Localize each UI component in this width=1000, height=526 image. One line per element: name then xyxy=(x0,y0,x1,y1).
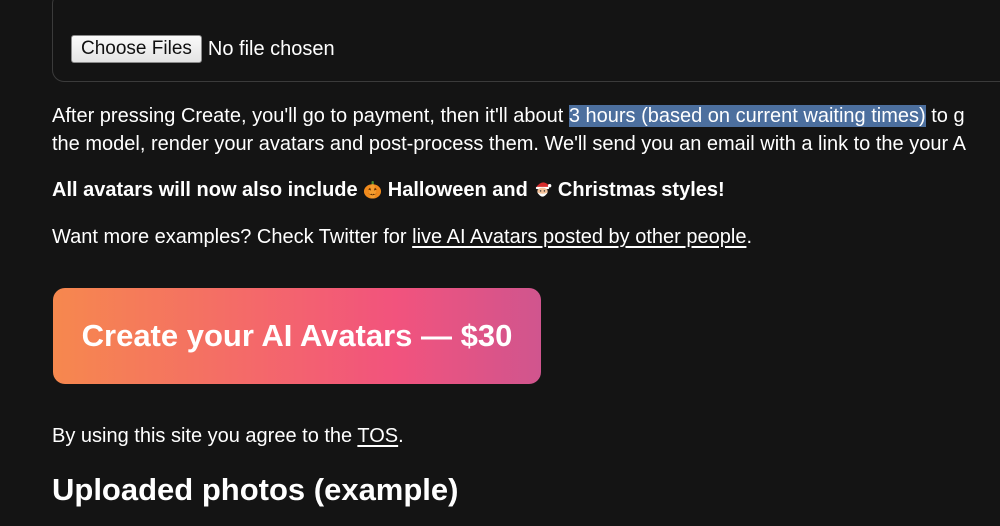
uploaded-photos-heading: Uploaded photos (example) xyxy=(52,472,459,507)
terms-suffix: . xyxy=(398,425,404,447)
create-avatars-button[interactable]: Create your AI Avatars — $30 xyxy=(53,288,541,384)
info-text-line2: the model, render your avatars and post-… xyxy=(52,133,966,155)
info-text-end: to g xyxy=(925,105,965,127)
pumpkin-icon xyxy=(363,179,382,199)
examples-suffix: . xyxy=(746,226,752,248)
halloween-label: Halloween and xyxy=(382,179,534,201)
file-status-text: No file chosen xyxy=(207,37,335,60)
info-paragraph: After pressing Create, you'll go to paym… xyxy=(52,102,966,158)
examples-prefix: Want more examples? Check Twitter for xyxy=(52,226,413,248)
announcement-prefix: All avatars will now also include xyxy=(52,179,364,201)
terms-paragraph: By using this site you agree to the TOS. xyxy=(52,422,404,450)
info-text-start: After pressing Create, you'll go to paym… xyxy=(52,105,569,127)
announcement-paragraph: All avatars will now also include Hallow… xyxy=(52,176,725,204)
choose-files-button[interactable]: Choose Files xyxy=(71,35,202,63)
tos-link[interactable]: TOS xyxy=(357,425,398,447)
santa-icon xyxy=(533,179,552,198)
twitter-examples-link[interactable]: live AI Avatars posted by other people xyxy=(412,226,746,248)
page: Choose Files No file chosen After pressi… xyxy=(0,0,1000,526)
file-input[interactable]: Choose Files No file chosen xyxy=(71,35,335,63)
terms-prefix: By using this site you agree to the xyxy=(52,425,358,447)
christmas-label: Christmas styles! xyxy=(552,179,725,201)
examples-paragraph: Want more examples? Check Twitter for li… xyxy=(52,223,752,251)
highlighted-wait-time: 3 hours (based on current waiting times) xyxy=(568,105,926,127)
